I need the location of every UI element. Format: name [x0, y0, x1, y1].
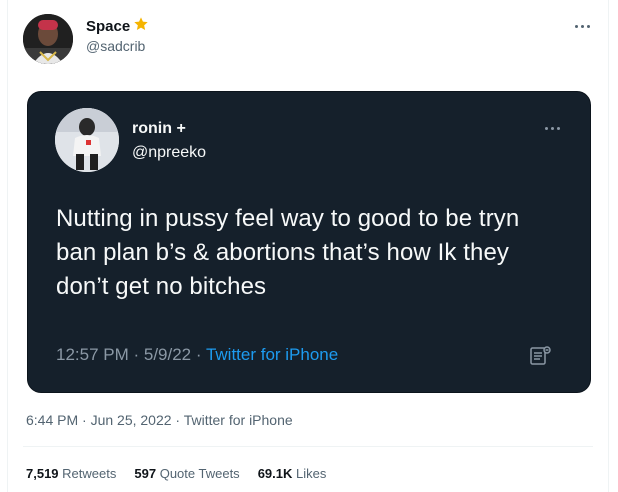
analytics-icon [528, 344, 552, 368]
quoted-tweet-text: Nutting in pussy feel way to good to be … [56, 205, 520, 300]
quoted-tweet-card[interactable]: ronin + @npreeko Nutting in pussy feel w… [27, 91, 591, 393]
quoted-tweet-source: Twitter for iPhone [205, 345, 339, 364]
quoted-tweet-time: 12:57 PM · 5/9/22 · [56, 345, 206, 364]
tweet-timestamp[interactable]: 6:44 PM · Jun 25, 2022 · Twitter for iPh… [26, 412, 293, 428]
author-avatar[interactable] [23, 14, 73, 64]
retweets-label: Retweets [62, 466, 117, 481]
quoted-more-icon [539, 122, 565, 134]
more-icon[interactable] [570, 18, 594, 34]
tweet-page: Space @sadcrib ronin + @npreeko Nutting … [0, 0, 618, 492]
likes-label: Likes [296, 466, 327, 481]
likes-count: 69.1K [257, 466, 293, 481]
retweets-stat[interactable]: 7,519 Retweets [26, 466, 116, 481]
left-border [7, 0, 8, 492]
quoted-author-avatar [55, 108, 119, 172]
author-display-name[interactable]: Space [86, 18, 130, 35]
quoted-author-handle: @npreeko [132, 144, 207, 161]
tweet-stats: 7,519 Retweets 597 Quote Tweets 69.1K Li… [26, 466, 326, 481]
quotes-label: Quote Tweets [159, 466, 240, 481]
retweets-count: 7,519 [26, 466, 59, 481]
star-badge-icon [133, 16, 149, 37]
quotes-count: 597 [134, 466, 157, 481]
quoted-tweet-meta: 12:57 PM · 5/9/22 · Twitter for iPhone [56, 345, 338, 365]
right-border [608, 0, 609, 492]
likes-stat[interactable]: 69.1K Likes [258, 466, 327, 481]
quotes-stat[interactable]: 597 Quote Tweets [134, 466, 239, 481]
divider [23, 446, 593, 447]
quoted-author-name: ronin + [132, 120, 186, 137]
author-handle[interactable]: @sadcrib [86, 38, 145, 54]
